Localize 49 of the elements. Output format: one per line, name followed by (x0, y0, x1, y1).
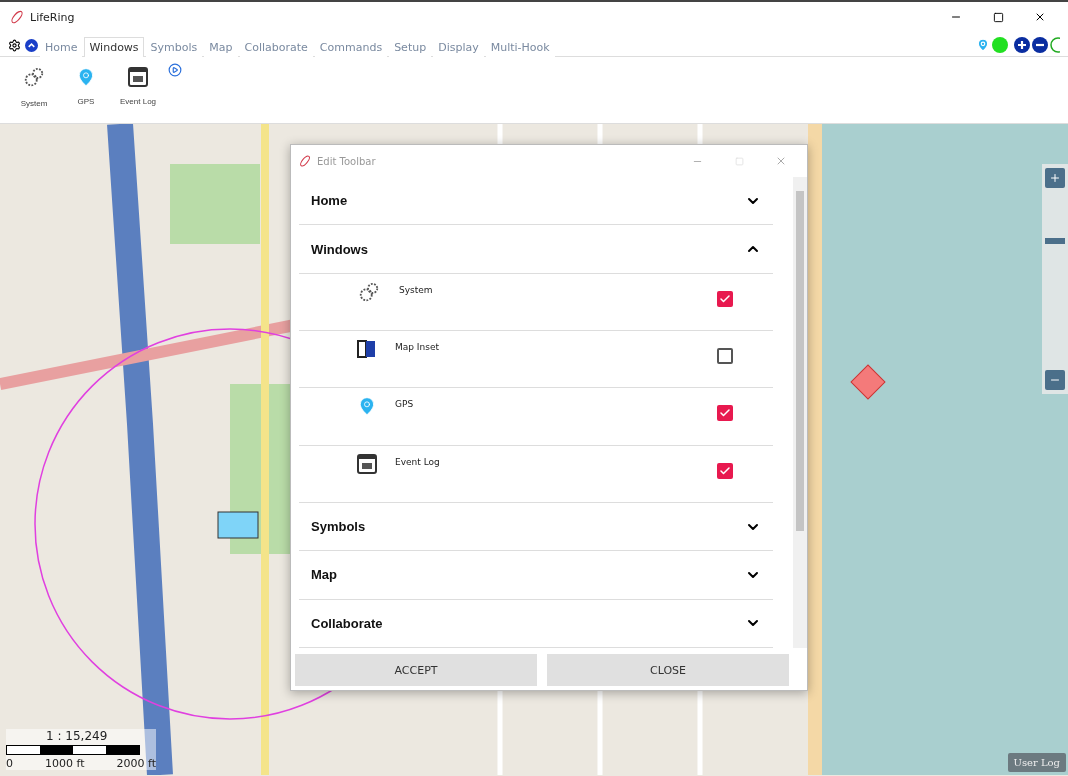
zoom-slider[interactable] (1042, 164, 1068, 394)
zoom-handle[interactable] (1045, 237, 1065, 244)
scrollbar[interactable] (793, 177, 807, 648)
status-dot-icon[interactable] (992, 37, 1008, 53)
dialog-button[interactable]: CLOSE (547, 654, 789, 686)
maximize-icon (734, 156, 744, 166)
settings-icon[interactable] (8, 39, 21, 52)
scale-label: 1000 ft (45, 757, 85, 770)
checkbox[interactable] (717, 348, 733, 364)
ring-logo-icon (10, 10, 24, 24)
check-icon (719, 292, 731, 305)
map-pin-icon (357, 396, 377, 417)
folded-map-icon (357, 339, 377, 359)
gears-icon (357, 281, 381, 304)
zoom-out-icon[interactable] (1032, 37, 1048, 53)
zoom-out-button[interactable] (1045, 370, 1065, 390)
ribbon-tab[interactable]: Windows (84, 37, 144, 57)
ring-logo-icon (299, 155, 311, 167)
toolbar-item-label: System (399, 284, 434, 295)
scale-label: 2000 ft (116, 757, 156, 770)
zoom-in-icon[interactable] (1014, 37, 1030, 53)
close-icon (1034, 11, 1046, 23)
checkbox[interactable] (717, 462, 733, 479)
checkbox[interactable] (717, 290, 733, 307)
scale-label: 0 (6, 757, 13, 770)
ribbon-button[interactable]: System (12, 63, 56, 123)
map-pin-icon[interactable] (976, 38, 990, 52)
toolbar-item-label: Event Log (395, 456, 441, 467)
plus-icon (1049, 172, 1061, 184)
check-icon (719, 464, 731, 477)
toolbar-item-label: GPS (395, 399, 415, 410)
close-icon (775, 155, 787, 167)
map-pin-icon (76, 67, 96, 87)
maximize-icon (992, 11, 1004, 23)
ribbon-button[interactable]: GPS (64, 63, 108, 123)
window-title: LifeRing (30, 10, 76, 24)
play-icon[interactable] (168, 63, 183, 77)
window-list-icon (357, 453, 377, 474)
window-list-icon (128, 67, 148, 87)
zoom-in-button[interactable] (1045, 168, 1065, 188)
ribbon-button[interactable]: Event Log (116, 63, 161, 123)
dialog-button[interactable]: ACCEPT (295, 654, 537, 686)
checkbox[interactable] (717, 405, 733, 422)
dialog-title: Edit Toolbar (317, 155, 377, 167)
user-log-button[interactable]: User Log (1007, 753, 1066, 772)
toolbar-item-label: Map Inset (395, 342, 440, 352)
gears-icon (22, 67, 46, 89)
collapse-icon[interactable] (25, 39, 38, 52)
scale-ratio: 1 : 15,249 (46, 729, 109, 743)
